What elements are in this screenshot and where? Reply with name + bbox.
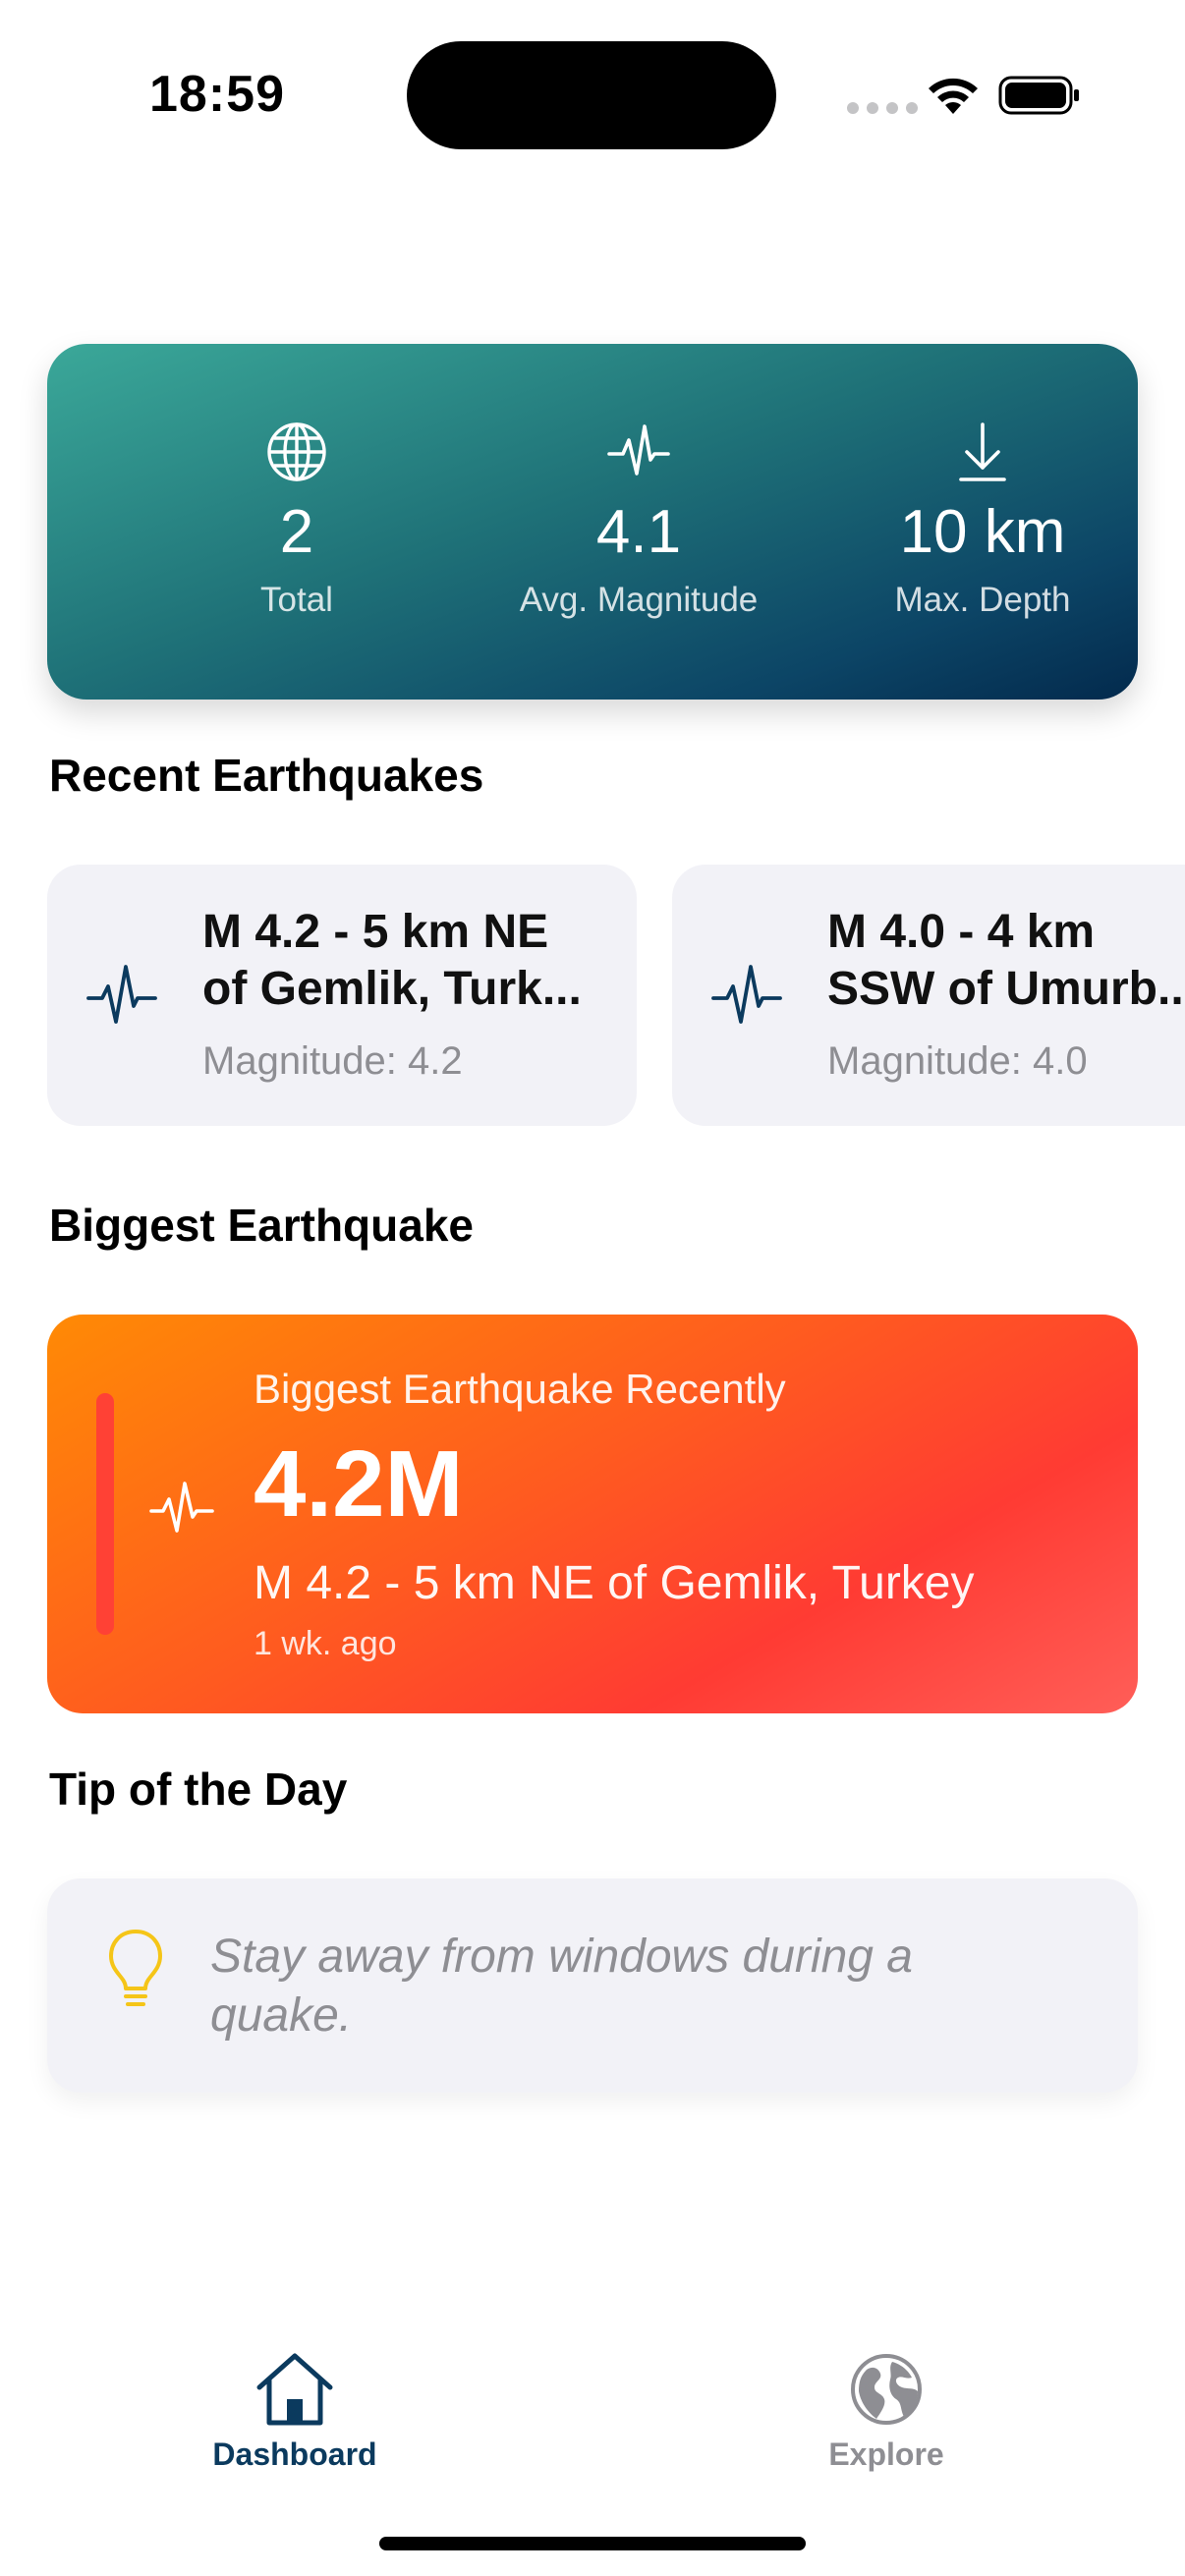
severity-bar — [96, 1393, 114, 1635]
tip-card: Stay away from windows during a quake. — [47, 1878, 1138, 2093]
stat-avg-magnitude-label: Avg. Magnitude — [519, 581, 759, 619]
recent-earthquake-card[interactable]: M 4.0 - 4 km SSW of Umurb... Magnitude: … — [672, 865, 1185, 1126]
stat-max-depth: 10 km Max. Depth — [816, 419, 1150, 620]
waveform-icon — [607, 424, 670, 476]
arrow-down-icon — [959, 422, 1006, 481]
recent-earthquake-magnitude: Magnitude: 4.2 — [202, 1039, 463, 1083]
recent-earthquake-card[interactable]: M 4.2 - 5 km NE of Gemlik, Turk... Magni… — [47, 865, 637, 1126]
stat-total-value: 2 — [279, 498, 314, 566]
wifi-icon — [929, 78, 978, 114]
recent-earthquake-magnitude: Magnitude: 4.0 — [827, 1039, 1088, 1083]
tab-dashboard[interactable]: Dashboard — [147, 2348, 442, 2473]
recent-earthquakes-title: Recent Earthquakes — [49, 750, 484, 801]
globe-europe-icon — [851, 2354, 922, 2425]
home-indicator — [379, 2537, 806, 2550]
stat-avg-magnitude-value: 4.1 — [595, 498, 682, 566]
lightbulb-icon — [109, 1930, 162, 2006]
tab-explore[interactable]: Explore — [739, 2348, 1034, 2473]
house-icon — [256, 2353, 333, 2426]
stat-max-depth-value: 10 km — [899, 498, 1066, 566]
stats-summary-card: 2 Total 4.1 Avg. Magnitude 10 km Max. De… — [47, 344, 1138, 700]
tab-explore-label: Explore — [828, 2436, 944, 2472]
waveform-icon — [711, 965, 782, 1024]
recent-earthquake-title: M 4.0 - 4 km SSW of Umurb... — [827, 906, 1185, 1015]
stat-max-depth-label: Max. Depth — [894, 581, 1071, 619]
cellular-signal-icon — [847, 102, 918, 114]
biggest-earthquake-card[interactable]: Biggest Earthquake Recently 4.2M M 4.2 -… — [47, 1315, 1138, 1713]
stat-total: 2 Total — [130, 419, 464, 620]
stat-total-label: Total — [260, 581, 333, 619]
recent-earthquakes-carousel[interactable]: M 4.2 - 5 km NE of Gemlik, Turk... Magni… — [47, 865, 1185, 1126]
tip-text: Stay away from windows during a quake. — [210, 1931, 913, 2042]
status-bar: 18:59 — [0, 0, 1185, 196]
biggest-earthquake-magnitude: 4.2M — [254, 1431, 464, 1537]
tab-dashboard-label: Dashboard — [212, 2436, 377, 2472]
waveform-icon — [149, 1482, 214, 1533]
tip-of-the-day-title: Tip of the Day — [49, 1764, 348, 1815]
dynamic-island — [407, 41, 776, 149]
battery-icon — [998, 76, 1079, 115]
waveform-icon — [86, 965, 157, 1024]
biggest-earthquake-title: Biggest Earthquake — [49, 1200, 474, 1251]
recent-earthquake-title: M 4.2 - 5 km NE of Gemlik, Turk... — [202, 906, 582, 1015]
biggest-earthquake-heading: Biggest Earthquake Recently — [254, 1366, 786, 1412]
biggest-earthquake-time: 1 wk. ago — [254, 1625, 397, 1662]
stat-avg-magnitude: 4.1 Avg. Magnitude — [472, 419, 806, 620]
status-time: 18:59 — [149, 66, 285, 123]
biggest-earthquake-place: M 4.2 - 5 km NE of Gemlik, Turkey — [254, 1557, 975, 1609]
globe-icon — [267, 422, 326, 481]
